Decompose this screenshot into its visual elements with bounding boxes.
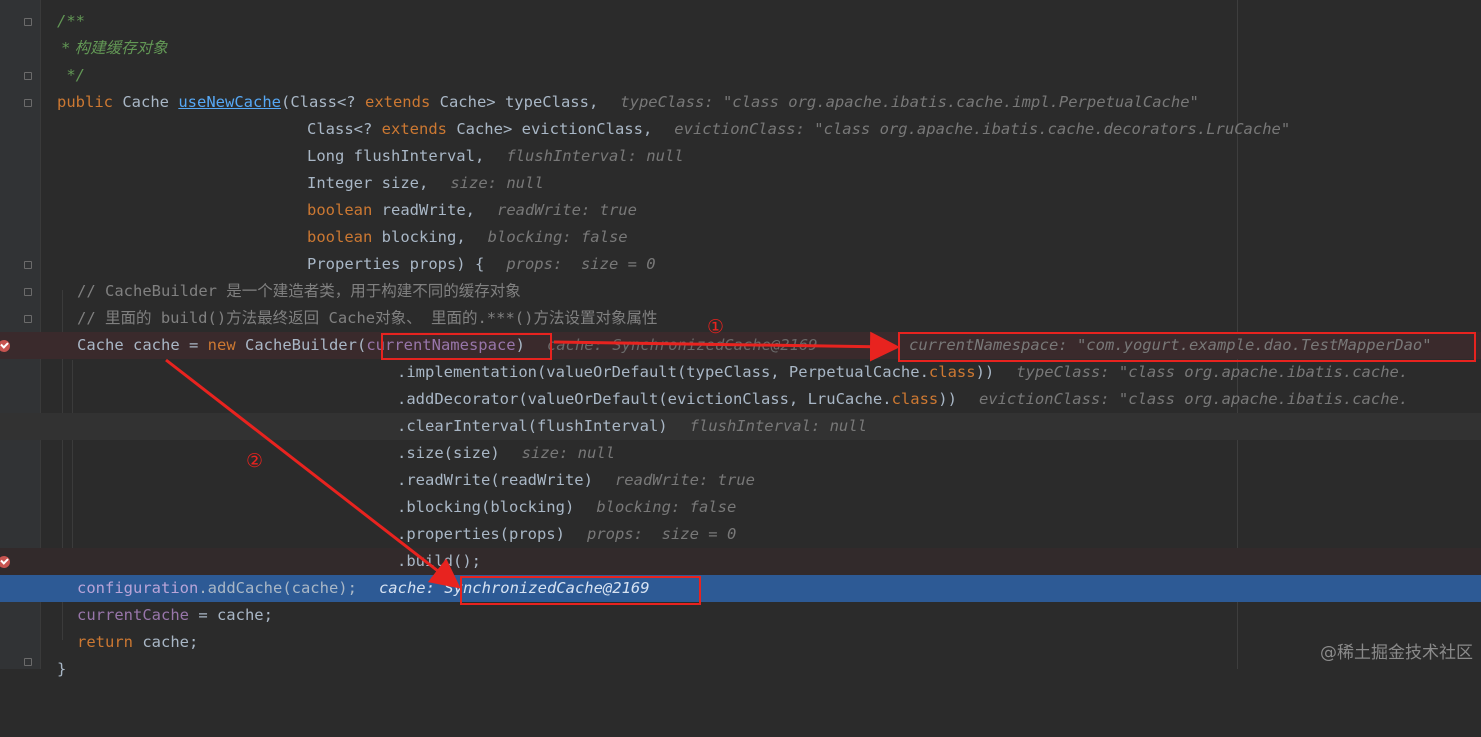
- arrow-2: [165, 358, 461, 589]
- arrow-1: [553, 331, 900, 362]
- annotation-arrows: [165, 331, 900, 589]
- watermark: @稀土掘金技术社区: [1320, 643, 1473, 663]
